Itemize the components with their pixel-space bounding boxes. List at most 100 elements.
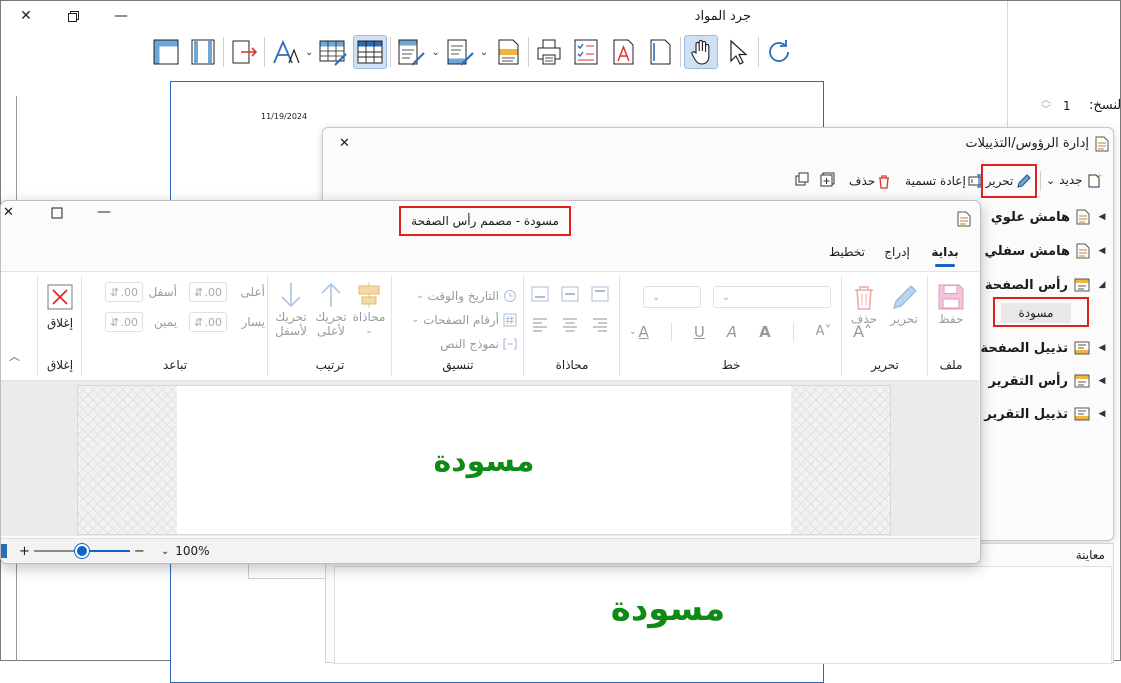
page-header-layout-button[interactable] (149, 35, 183, 69)
maximize-designer-button[interactable] (51, 207, 63, 222)
pan-tool-button[interactable] (684, 35, 719, 69)
print-button[interactable] (532, 35, 566, 69)
copy-button[interactable] (795, 172, 810, 190)
close-dialog-button[interactable]: ✕ (339, 136, 350, 151)
page-numbers-button[interactable]: أرقام الصفحات ⌄ (397, 308, 517, 332)
italic-icon[interactable]: A (727, 323, 737, 341)
zoom-dropdown-icon[interactable]: ⌄ (161, 546, 169, 557)
close-window-button[interactable]: ✕ (11, 3, 41, 29)
blank-page-button[interactable] (643, 35, 677, 69)
tree-item-draft-highlight[interactable]: مسودة (993, 297, 1089, 327)
copies-label: النسخ: (1089, 98, 1121, 113)
group-separator (267, 276, 268, 376)
expand-arrow-icon[interactable]: ◀ (1096, 212, 1108, 222)
tree-item-page-footer[interactable]: ◀ تذييل الصفحة (968, 334, 1108, 362)
decrease-font-icon[interactable]: A˅ (816, 324, 831, 339)
edit-header-button[interactable] (394, 35, 428, 69)
spacing-left-input[interactable]: ⇵ .00 (189, 312, 227, 332)
new-button[interactable]: ⌄ جديد (1046, 172, 1103, 188)
tree-item-bottom-margin[interactable]: ◀ هامش سفلي (968, 237, 1108, 265)
align-middle-icon[interactable] (561, 286, 579, 302)
align-right-icon[interactable] (591, 316, 609, 332)
edit-element-button[interactable]: تحرير (883, 282, 925, 326)
table-style-button[interactable] (316, 35, 350, 69)
tab-insert[interactable]: إدراج (873, 245, 921, 259)
tab-home[interactable]: بداية (921, 245, 969, 267)
rename-button[interactable]: إعادة تسمية (905, 174, 984, 188)
increase-font-icon[interactable]: A˄ (853, 322, 872, 341)
minimize-designer-button[interactable]: — (97, 204, 111, 220)
font-color-button[interactable]: ⌄ A (629, 323, 649, 341)
toolbar-separator (264, 37, 265, 67)
expand-arrow-icon[interactable]: ◀ (1096, 246, 1108, 256)
align-bottom-icon[interactable] (531, 286, 549, 302)
font-family-combo[interactable]: ⌄ (713, 286, 831, 308)
zoom-slider[interactable] (33, 544, 130, 558)
spacing-right-input[interactable]: ⇵ .00 (105, 312, 143, 332)
spin-arrows-icon[interactable]: ⇵ (194, 286, 203, 299)
add-button[interactable] (820, 172, 835, 190)
margins-button[interactable] (186, 35, 220, 69)
export-button[interactable] (227, 35, 261, 69)
copies-spinner[interactable]: ︿ ﹀ 1 (1041, 94, 1089, 118)
refresh-button[interactable] (762, 35, 796, 69)
arrow-up-icon (321, 282, 341, 307)
pdf-button[interactable] (606, 35, 640, 69)
align-element-button[interactable]: محاذاة ⌄ (349, 280, 389, 338)
align-center-icon[interactable] (561, 316, 579, 332)
spin-arrows-icon[interactable]: ⇵ (110, 286, 119, 299)
tree-item-report-footer[interactable]: ◀ تذييل التقرير (968, 400, 1108, 428)
align-top-icon[interactable] (591, 286, 609, 302)
bold-icon[interactable]: A (759, 323, 771, 341)
zoom-in-button[interactable]: + (19, 544, 30, 559)
new-dropdown-icon[interactable]: ⌄ (1046, 174, 1055, 187)
tree-item-report-header[interactable]: ◀ رأس التقرير (968, 367, 1108, 395)
tree-item-draft[interactable]: مسودة (1001, 303, 1071, 323)
page-setup-button[interactable] (491, 35, 525, 69)
header-icon (1074, 374, 1090, 388)
restore-window-button[interactable] (58, 3, 88, 29)
edit-footer-button[interactable] (443, 35, 477, 69)
checklist-button[interactable] (569, 35, 603, 69)
font-button[interactable] (268, 35, 302, 69)
chevron-down-icon: ⌄ (411, 315, 420, 325)
tree-item-page-header[interactable]: ◢ رأس الصفحة (968, 271, 1108, 299)
minimize-window-button[interactable]: — (106, 3, 136, 29)
zoom-thumb[interactable] (74, 544, 89, 558)
collapse-arrow-icon[interactable]: ◢ (1096, 280, 1108, 290)
draft-text-element[interactable]: مسودة (177, 444, 791, 479)
spacing-bottom-input[interactable]: ⇵ .00 (105, 282, 143, 302)
spin-arrows-icon[interactable]: ︿ ﹀ (1041, 96, 1051, 116)
font-size-combo[interactable]: ⌄ (643, 286, 701, 308)
edit-footer-dropdown-icon[interactable]: ⌄ (480, 47, 488, 58)
header-section[interactable]: مسودة (177, 386, 791, 534)
save-button[interactable]: حفظ (931, 282, 971, 326)
edit-label: تحرير (890, 312, 918, 326)
move-up-button[interactable]: تحريك لأعلى (311, 280, 351, 338)
delete-element-button[interactable]: حذف (843, 282, 885, 326)
date-time-button[interactable]: التاريخ والوقت ⌄ (397, 284, 517, 308)
text-template-button[interactable]: نموذج النص (397, 332, 517, 356)
collapse-ribbon-button[interactable]: ︿ (9, 348, 20, 364)
close-designer-button[interactable]: ✕ (3, 205, 14, 220)
spin-arrows-icon[interactable]: ⇵ (110, 316, 119, 329)
edit-header-dropdown-icon[interactable]: ⌄ (431, 47, 439, 58)
tree-item-top-margin[interactable]: ◀ هامش علوي (968, 203, 1108, 231)
close-designer-ribbon-button[interactable]: إغلاق (39, 284, 81, 330)
expand-arrow-icon[interactable]: ◀ (1096, 409, 1108, 419)
delete-button[interactable]: حذف (849, 174, 891, 189)
preview-canvas: مسودة (334, 566, 1112, 664)
tab-layout[interactable]: تخطيط (821, 245, 873, 259)
expand-arrow-icon[interactable]: ◀ (1096, 376, 1108, 386)
table-grid-button[interactable] (353, 35, 388, 69)
underline-icon[interactable]: U (694, 323, 705, 341)
font-dropdown-icon[interactable]: ⌄ (305, 47, 313, 58)
align-left-icon[interactable] (531, 316, 549, 332)
expand-arrow-icon[interactable]: ◀ (1096, 343, 1108, 353)
zoom-out-button[interactable]: − (134, 544, 145, 559)
spacing-top-input[interactable]: ⇵ .00 (189, 282, 227, 302)
select-tool-button[interactable] (721, 35, 755, 69)
spin-arrows-icon[interactable]: ⇵ (194, 316, 203, 329)
move-down-button[interactable]: تحريك لأسفل (271, 280, 311, 338)
edit-button[interactable]: تحرير (981, 164, 1037, 198)
